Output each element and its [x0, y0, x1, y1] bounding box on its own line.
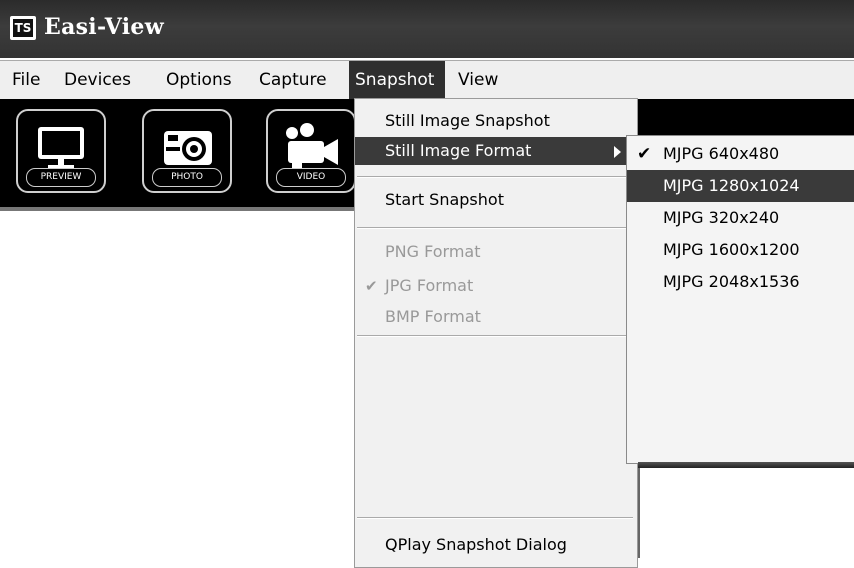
menu-bar: File Devices Options Capture Snapshot Vi… [0, 60, 854, 100]
window-title: Easi-View [44, 14, 164, 40]
app-icon[interactable]: TS [10, 16, 36, 40]
preview-label: PREVIEW [26, 168, 96, 187]
preview-area-edge [638, 462, 854, 468]
checkmark-icon: ✔ [637, 144, 652, 164]
format-mjpg-1600x1200[interactable]: MJPG 1600x1200 [627, 234, 854, 266]
preview-button[interactable]: PREVIEW [16, 109, 106, 193]
menu-file[interactable]: File [6, 61, 46, 99]
menu-view[interactable]: View [452, 61, 504, 99]
qplay-snapshot-dialog-item[interactable]: QPlay Snapshot Dialog [355, 531, 637, 559]
format-mjpg-640x480[interactable]: ✔ MJPG 640x480 [627, 138, 854, 170]
snapshot-menu: Still Image Snapshot Still Image Format … [354, 98, 638, 568]
video-label: VIDEO [276, 168, 346, 187]
png-format-item[interactable]: PNG Format [355, 238, 637, 266]
still-image-format-submenu: ✔ MJPG 640x480 MJPG 1280x1024 MJPG 320x2… [626, 135, 854, 464]
format-mjpg-1280x1024[interactable]: MJPG 1280x1024 [627, 170, 854, 202]
still-image-snapshot-item[interactable]: Still Image Snapshot [355, 107, 637, 135]
format-label: MJPG 1280x1024 [663, 176, 800, 195]
menu-separator [357, 176, 633, 178]
jpg-format-label: JPG Format [385, 276, 474, 295]
format-mjpg-2048x1536[interactable]: MJPG 2048x1536 [627, 266, 854, 298]
monitor-icon [38, 127, 84, 169]
app-icon-glyph: TS [13, 19, 33, 37]
jpg-format-item[interactable]: ✔ JPG Format [355, 272, 637, 300]
format-label: MJPG 1600x1200 [663, 240, 800, 259]
submenu-arrow-icon [614, 146, 621, 158]
preview-area-border [638, 468, 640, 558]
menu-devices[interactable]: Devices [58, 61, 137, 99]
title-bar: TS Easi-View [0, 0, 854, 58]
menu-separator [357, 227, 633, 229]
checkmark-icon: ✔ [365, 277, 378, 295]
video-camera-icon [286, 123, 338, 169]
video-button[interactable]: VIDEO [266, 109, 356, 193]
menu-snapshot[interactable]: Snapshot [349, 61, 445, 99]
bmp-format-item[interactable]: BMP Format [355, 303, 637, 331]
format-label: MJPG 2048x1536 [663, 272, 800, 291]
format-mjpg-320x240[interactable]: MJPG 320x240 [627, 202, 854, 234]
format-label: MJPG 320x240 [663, 208, 780, 227]
photo-button[interactable]: PHOTO [142, 109, 232, 193]
start-snapshot-item[interactable]: Start Snapshot [355, 186, 637, 214]
still-image-format-item[interactable]: Still Image Format [355, 137, 637, 165]
photo-label: PHOTO [152, 168, 222, 187]
menu-options[interactable]: Options [160, 61, 238, 99]
format-label: MJPG 640x480 [663, 144, 780, 163]
camera-icon [164, 131, 212, 165]
menu-separator [357, 335, 633, 337]
menu-capture[interactable]: Capture [253, 61, 333, 99]
menu-separator [357, 517, 633, 519]
still-image-format-label: Still Image Format [385, 141, 532, 160]
